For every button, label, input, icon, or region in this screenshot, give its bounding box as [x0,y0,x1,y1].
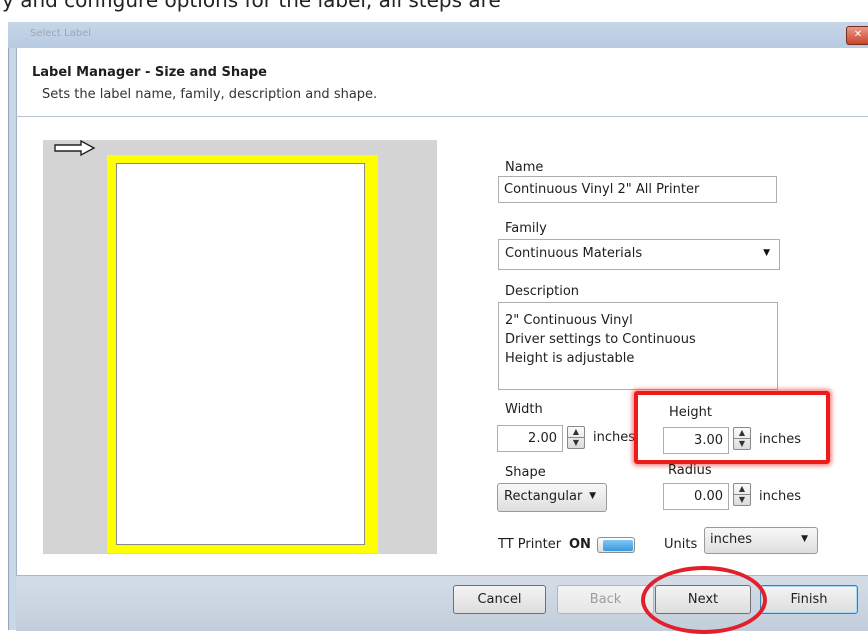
description-label: Description [505,284,580,299]
width-label: Width [505,402,543,417]
title-bar [8,22,868,48]
radius-input[interactable]: 0.00 [663,483,729,510]
header-divider [16,116,868,117]
description-line: Height is adjustable [505,351,635,366]
spin-down-icon[interactable]: ▼ [568,438,584,448]
back-button[interactable]: Back [557,585,654,614]
height-highlight-box [634,391,830,464]
radius-unit: inches [759,489,802,504]
chevron-down-icon: ▼ [589,491,596,501]
name-input[interactable]: Continuous Vinyl 2" All Printer [498,176,777,203]
chevron-down-icon: ▼ [763,248,770,258]
shape-dropdown[interactable]: Rectangular ▼ [497,483,607,512]
name-label: Name [505,160,544,175]
family-dropdown[interactable]: Continuous Materials ▼ [498,239,780,270]
tt-printer-label: TT Printer [498,537,562,552]
page-title: Label Manager - Size and Shape [32,65,267,80]
feed-direction-arrow-icon [54,139,96,157]
shape-selected-value: Rectangular [504,489,583,504]
units-dropdown[interactable]: inches ▼ [704,527,818,554]
units-label: Units [664,537,698,552]
window-title: Select Label [30,28,92,39]
toggle-knob [603,540,633,551]
spin-up-icon[interactable]: ▲ [734,484,750,495]
label-printable-area [116,163,365,545]
family-label: Family [505,221,547,236]
next-highlight-circle [641,566,767,634]
width-spinner[interactable]: ▲ ▼ [567,426,585,449]
tt-printer-state: ON [569,537,591,552]
width-unit: inches [593,430,636,445]
cancel-button[interactable]: Cancel [453,585,546,614]
units-selected-value: inches [710,532,753,547]
tt-printer-toggle[interactable] [597,537,635,553]
chevron-down-icon: ▼ [801,534,808,544]
family-selected-value: Continuous Materials [505,246,643,261]
spin-down-icon[interactable]: ▼ [734,495,750,505]
radius-spinner[interactable]: ▲ ▼ [733,483,751,506]
background-document-text: y and configure options for the label, a… [2,0,501,12]
shape-label: Shape [505,465,546,480]
finish-button[interactable]: Finish [760,585,858,614]
radius-label: Radius [668,463,712,478]
close-button[interactable]: ✕ [846,26,868,45]
description-line: 2" Continuous Vinyl [505,313,633,328]
spin-up-icon[interactable]: ▲ [568,427,584,438]
width-input[interactable]: 2.00 [497,425,563,452]
close-icon: ✕ [853,29,863,40]
background-document-strip: y and configure options for the label, a… [0,0,868,22]
description-textarea[interactable]: 2" Continuous Vinyl Driver settings to C… [498,302,778,390]
page-subtitle: Sets the label name, family, description… [42,87,378,102]
description-line: Driver settings to Continuous [505,332,696,347]
